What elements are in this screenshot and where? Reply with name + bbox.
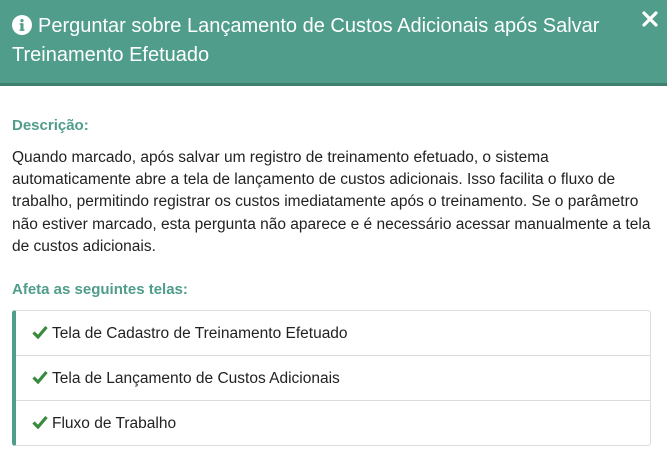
close-icon[interactable]	[641, 10, 659, 28]
description-label: Descrição:	[12, 117, 89, 134]
check-icon	[32, 325, 48, 339]
list-item: Tela de Lançamento de Custos Adicionais	[16, 356, 650, 401]
list-item-label: Tela de Lançamento de Custos Adicionais	[52, 370, 340, 387]
list-item-label: Tela de Cadastro de Treinamento Efetuado	[52, 325, 348, 342]
info-icon	[12, 15, 32, 35]
dialog-title-row: Perguntar sobre Lançamento de Custos Adi…	[12, 12, 642, 70]
parameter-info-dialog: Perguntar sobre Lançamento de Custos Adi…	[0, 0, 667, 458]
list-item: Tela de Cadastro de Treinamento Efetuado	[16, 311, 650, 356]
check-icon	[32, 415, 48, 429]
dialog-header: Perguntar sobre Lançamento de Custos Adi…	[0, 0, 667, 86]
description-text: Quando marcado, após salvar um registro …	[12, 149, 651, 255]
check-icon	[32, 370, 48, 384]
affected-screens-label: Afeta as seguintes telas:	[12, 281, 188, 298]
dialog-title: Perguntar sobre Lançamento de Custos Adi…	[12, 15, 600, 66]
list-item: Fluxo de Trabalho	[16, 401, 650, 445]
affected-screens-list: Tela de Cadastro de Treinamento Efetuado…	[12, 310, 651, 446]
list-item-label: Fluxo de Trabalho	[52, 415, 177, 432]
